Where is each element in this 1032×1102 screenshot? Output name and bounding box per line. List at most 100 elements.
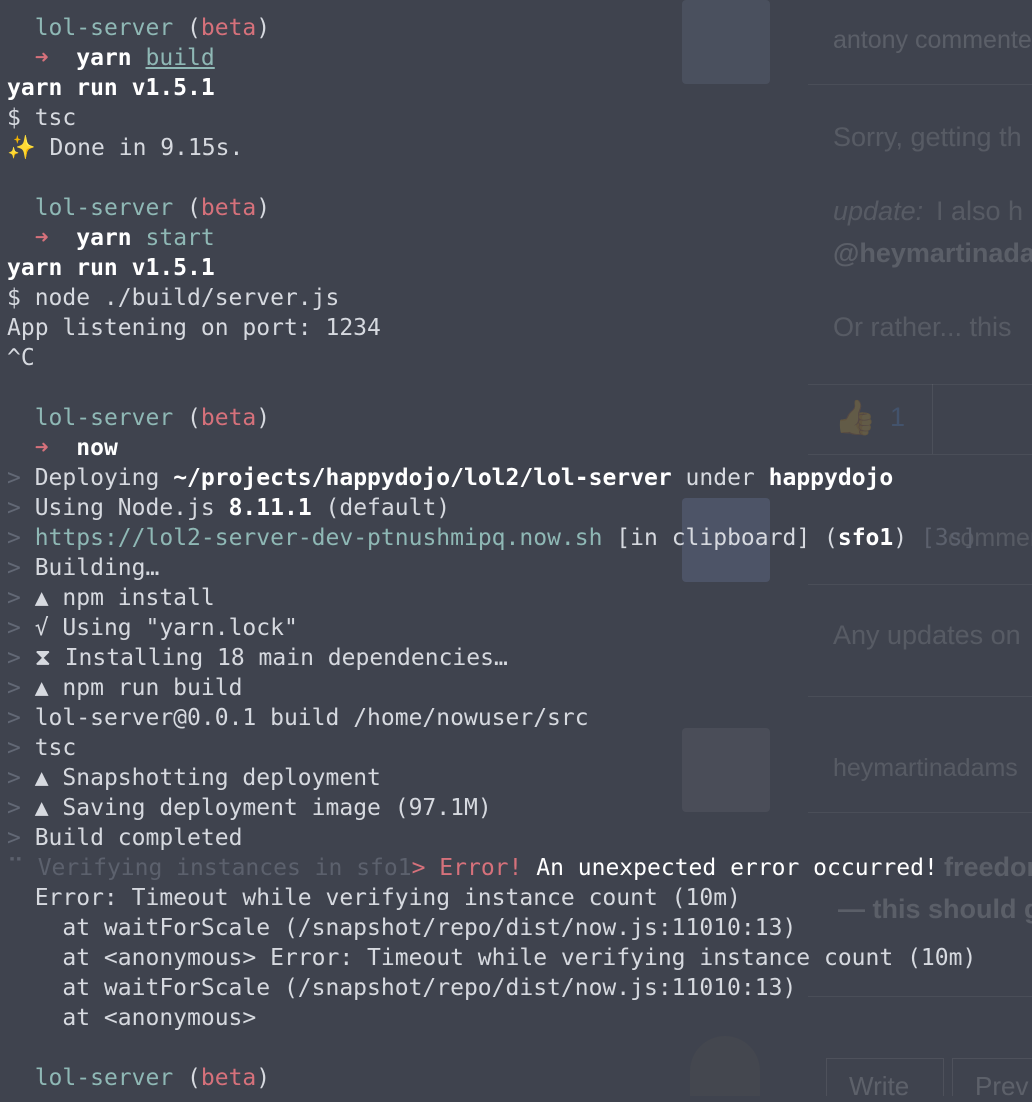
terminal-text: lol-server@0.0.1 build /home/nowuser/src [20, 705, 589, 731]
terminal-text: $ node ./build/server.js [7, 285, 340, 311]
terminal-line: > ▲ npm run build [7, 673, 242, 703]
terminal-line: > Building… [7, 553, 159, 583]
terminal-text: lol-server [34, 405, 174, 431]
terminal-line: ⠉ Verifying instances in sfo1> Error! An… [7, 853, 938, 883]
terminal-line: > tsc [7, 733, 76, 763]
terminal-text: ➜ [34, 435, 49, 461]
terminal-text: > [7, 675, 21, 701]
terminal-text: ^C [7, 345, 35, 371]
terminal-text: ⧗ Installing 18 main dependencies… [20, 645, 508, 671]
terminal-text: Build completed [20, 825, 243, 851]
terminal-text: Using Node.js [20, 495, 229, 521]
terminal-text: beta [200, 1065, 257, 1091]
terminal-text: > [7, 705, 21, 731]
terminal-text: > [7, 555, 21, 581]
terminal-text: (default) [311, 495, 451, 521]
terminal-text: at <anonymous> Error: Timeout while veri… [7, 945, 977, 971]
terminal-text: lol-server [34, 195, 174, 221]
terminal-line: ➜ yarn build [7, 43, 215, 73]
terminal-line: lol-server (beta) [7, 403, 270, 433]
terminal-text: beta [200, 15, 257, 41]
terminal-text: yarn [76, 225, 132, 251]
terminal-text: ( [173, 15, 201, 41]
terminal-text: https://lol2-server-dev-ptnushmipq.now.s… [34, 525, 603, 551]
terminal-text: Error: Timeout while verifying instance … [7, 885, 741, 911]
terminal-text: Building… [20, 555, 160, 581]
terminal-text: 8.11.1 [228, 495, 312, 521]
terminal-text: ~/projects/happydojo/lol2/lol-server [173, 465, 672, 491]
terminal-text: ( [173, 1065, 201, 1091]
terminal-text: > [7, 465, 21, 491]
terminal-line: ➜ yarn start [7, 223, 215, 253]
terminal-line: at waitForScale (/snapshot/repo/dist/now… [7, 973, 796, 1003]
terminal-text: Verifying instances in sfo1 [23, 855, 412, 881]
terminal-line: yarn run v1.5.1 [7, 73, 215, 103]
terminal-line: ^C [7, 343, 35, 373]
terminal-text: ▲ npm install [20, 585, 215, 611]
terminal-line: > √ Using "yarn.lock" [7, 613, 298, 643]
terminal-text: lol-server [34, 1065, 174, 1091]
terminal-text: > [7, 735, 21, 761]
terminal-text: ▲ Snapshotting deployment [20, 765, 381, 791]
terminal-text: yarn run v1.5.1 [7, 255, 215, 281]
terminal-text: > [7, 615, 21, 641]
terminal-text: ) [256, 1065, 271, 1091]
terminal-text: Deploying [20, 465, 174, 491]
terminal-line: ✨ Done in 9.15s. [7, 133, 243, 163]
terminal-text: beta [200, 405, 257, 431]
terminal-text: > [7, 795, 21, 821]
terminal-text: $ tsc [7, 105, 77, 131]
terminal-text: happydojo [768, 465, 894, 491]
terminal-text: yarn run v1.5.1 [7, 75, 215, 101]
terminal-text: at waitForScale (/snapshot/repo/dist/now… [7, 915, 797, 941]
terminal-text: > [7, 525, 21, 551]
terminal-text: sfo1 [837, 525, 894, 551]
terminal-line: at <anonymous> Error: Timeout while veri… [7, 943, 976, 973]
terminal-text: ✨ Done in 9.15s. [7, 135, 244, 161]
terminal-line: > Build completed [7, 823, 242, 853]
terminal-output[interactable]: lol-server (beta) ➜ yarn build yarn run v… [0, 0, 1032, 1096]
terminal-text: ( [173, 195, 201, 221]
terminal-line: > Using Node.js 8.11.1 (default) [7, 493, 450, 523]
terminal-line: lol-server (beta) [7, 13, 270, 43]
terminal-text: ➜ [34, 225, 49, 251]
terminal-text: ) [256, 15, 271, 41]
terminal-text: > Error! [411, 855, 523, 881]
terminal-line: > lol-server@0.0.1 build /home/nowuser/s… [7, 703, 589, 733]
terminal-text: yarn [76, 45, 132, 71]
terminal-text: > [7, 765, 21, 791]
terminal-line: App listening on port: 1234 [7, 313, 381, 343]
terminal-text: ) [256, 405, 271, 431]
terminal-text: tsc [20, 735, 77, 761]
terminal-line: lol-server (beta) [7, 1063, 270, 1093]
terminal-text: at waitForScale (/snapshot/repo/dist/now… [7, 975, 797, 1001]
terminal-line: > ▲ npm install [7, 583, 215, 613]
terminal-text: ▲ Saving deployment image (97.1M) [20, 795, 492, 821]
terminal-line: > Deploying ~/projects/happydojo/lol2/lo… [7, 463, 893, 493]
terminal-text: [in clipboard] ( [602, 525, 838, 551]
terminal-text: now [76, 435, 118, 461]
terminal-line: > ⧗ Installing 18 main dependencies… [7, 643, 508, 673]
terminal-text: lol-server [34, 15, 174, 41]
terminal-line: $ tsc [7, 103, 76, 133]
terminal-text[interactable]: build [146, 45, 215, 71]
terminal-text: [3s] [920, 525, 977, 551]
terminal-line: > ▲ Snapshotting deployment [7, 763, 381, 793]
terminal-text: > [7, 645, 21, 671]
terminal-text: > [7, 585, 21, 611]
terminal-text: ➜ [34, 45, 49, 71]
terminal-text: start [145, 225, 215, 251]
terminal-text: ⠉ [7, 855, 24, 881]
terminal-text: > [7, 495, 21, 521]
